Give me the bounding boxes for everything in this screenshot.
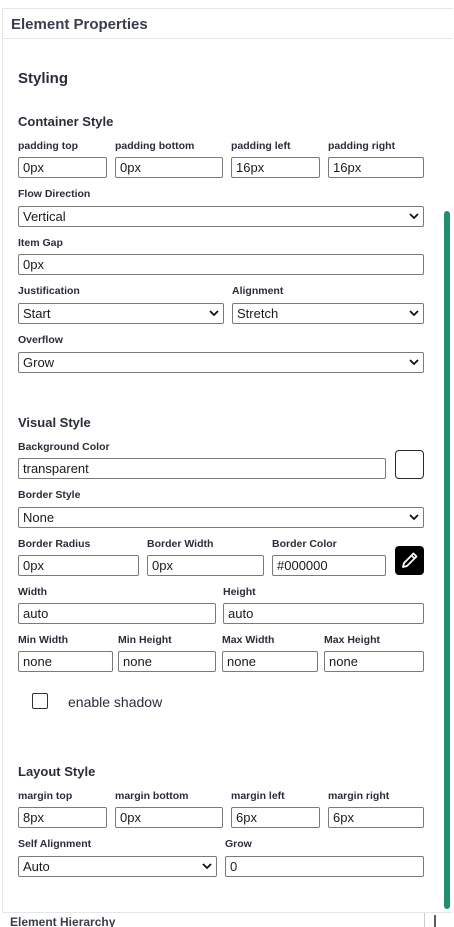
margin-left-label: margin left [231, 790, 285, 802]
border-radius-input[interactable]: 0px [18, 555, 139, 576]
justification-select[interactable]: Start [18, 303, 224, 324]
padding-right-input[interactable]: 16px [328, 157, 424, 178]
container-style-heading: Container Style [18, 114, 114, 129]
background-color-input[interactable]: transparent [18, 458, 386, 479]
padding-right-label: padding right [328, 140, 396, 152]
chevron-down-icon [409, 310, 419, 317]
visual-style-heading: Visual Style [18, 415, 91, 430]
justification-value: Start [23, 306, 51, 321]
self-alignment-value: Auto [23, 859, 50, 874]
padding-left-input[interactable]: 16px [231, 157, 320, 178]
border-radius-label: Border Radius [18, 538, 91, 550]
margin-top-input[interactable]: 8px [18, 807, 107, 828]
layout-style-heading: Layout Style [18, 764, 96, 779]
alignment-value: Stretch [237, 306, 279, 321]
flow-direction-value: Vertical [23, 209, 66, 224]
grow-label: Grow [225, 838, 252, 850]
padding-left-label: padding left [231, 140, 291, 152]
height-label: Height [223, 586, 256, 598]
height-input[interactable]: auto [223, 603, 424, 624]
width-label: Width [18, 586, 48, 598]
overflow-select[interactable]: Grow [18, 352, 424, 373]
background-color-label: Background Color [18, 441, 110, 453]
element-hierarchy-label: Element Hierarchy [10, 915, 116, 927]
padding-bottom-input[interactable]: 0px [115, 157, 223, 178]
panel-title: Element Properties [3, 9, 453, 39]
border-width-input[interactable]: 0px [147, 555, 264, 576]
flow-direction-select[interactable]: Vertical [18, 206, 424, 227]
max-width-label: Max Width [222, 634, 275, 646]
chevron-down-icon [409, 359, 419, 366]
chevron-down-icon [409, 514, 419, 521]
margin-bottom-label: margin bottom [115, 790, 189, 802]
overflow-value: Grow [23, 355, 55, 370]
padding-bottom-label: padding bottom [115, 140, 195, 152]
min-height-label: Min Height [118, 634, 172, 646]
chevron-down-icon [209, 310, 219, 317]
flow-direction-label: Flow Direction [18, 188, 91, 200]
alignment-select[interactable]: Stretch [232, 303, 424, 324]
add-button[interactable] [424, 913, 445, 927]
max-width-input[interactable]: none [222, 651, 318, 672]
margin-left-input[interactable]: 6px [231, 807, 320, 828]
enable-shadow-label: enable shadow [68, 694, 163, 710]
border-color-picker-button[interactable] [395, 546, 424, 575]
padding-top-label: padding top [18, 140, 79, 152]
grow-input[interactable]: 0 [225, 856, 424, 877]
chevron-down-icon [409, 213, 419, 220]
min-width-label: Min Width [18, 634, 69, 646]
max-height-label: Max Height [324, 634, 381, 646]
self-alignment-label: Self Alignment [18, 838, 92, 850]
pencil-icon [402, 552, 418, 568]
item-gap-input[interactable]: 0px [18, 254, 424, 275]
element-hierarchy-section: Element Hierarchy [2, 912, 452, 927]
width-input[interactable]: auto [18, 603, 216, 624]
enable-shadow-checkbox[interactable] [32, 693, 48, 709]
styling-heading: Styling [18, 70, 69, 87]
border-width-label: Border Width [147, 538, 214, 550]
item-gap-label: Item Gap [18, 237, 63, 249]
min-width-input[interactable]: none [18, 651, 113, 672]
margin-top-label: margin top [18, 790, 73, 802]
border-color-label: Border Color [272, 538, 337, 550]
background-color-swatch[interactable] [395, 450, 424, 479]
min-height-input[interactable]: none [118, 651, 216, 672]
margin-bottom-input[interactable]: 0px [115, 807, 223, 828]
chevron-down-icon [202, 863, 212, 870]
border-style-label: Border Style [18, 489, 81, 501]
margin-right-label: margin right [328, 790, 390, 802]
justification-label: Justification [18, 285, 80, 297]
border-style-select[interactable]: None [18, 507, 424, 528]
max-height-input[interactable]: none [324, 651, 424, 672]
border-color-input[interactable]: #000000 [272, 555, 386, 576]
plus-icon [434, 915, 436, 927]
padding-top-input[interactable]: 0px [18, 157, 107, 178]
alignment-label: Alignment [232, 285, 284, 297]
overflow-label: Overflow [18, 334, 63, 346]
border-style-value: None [23, 510, 55, 525]
scrollbar-thumb[interactable] [444, 211, 450, 909]
self-alignment-select[interactable]: Auto [18, 856, 217, 877]
margin-right-input[interactable]: 6px [328, 807, 424, 828]
